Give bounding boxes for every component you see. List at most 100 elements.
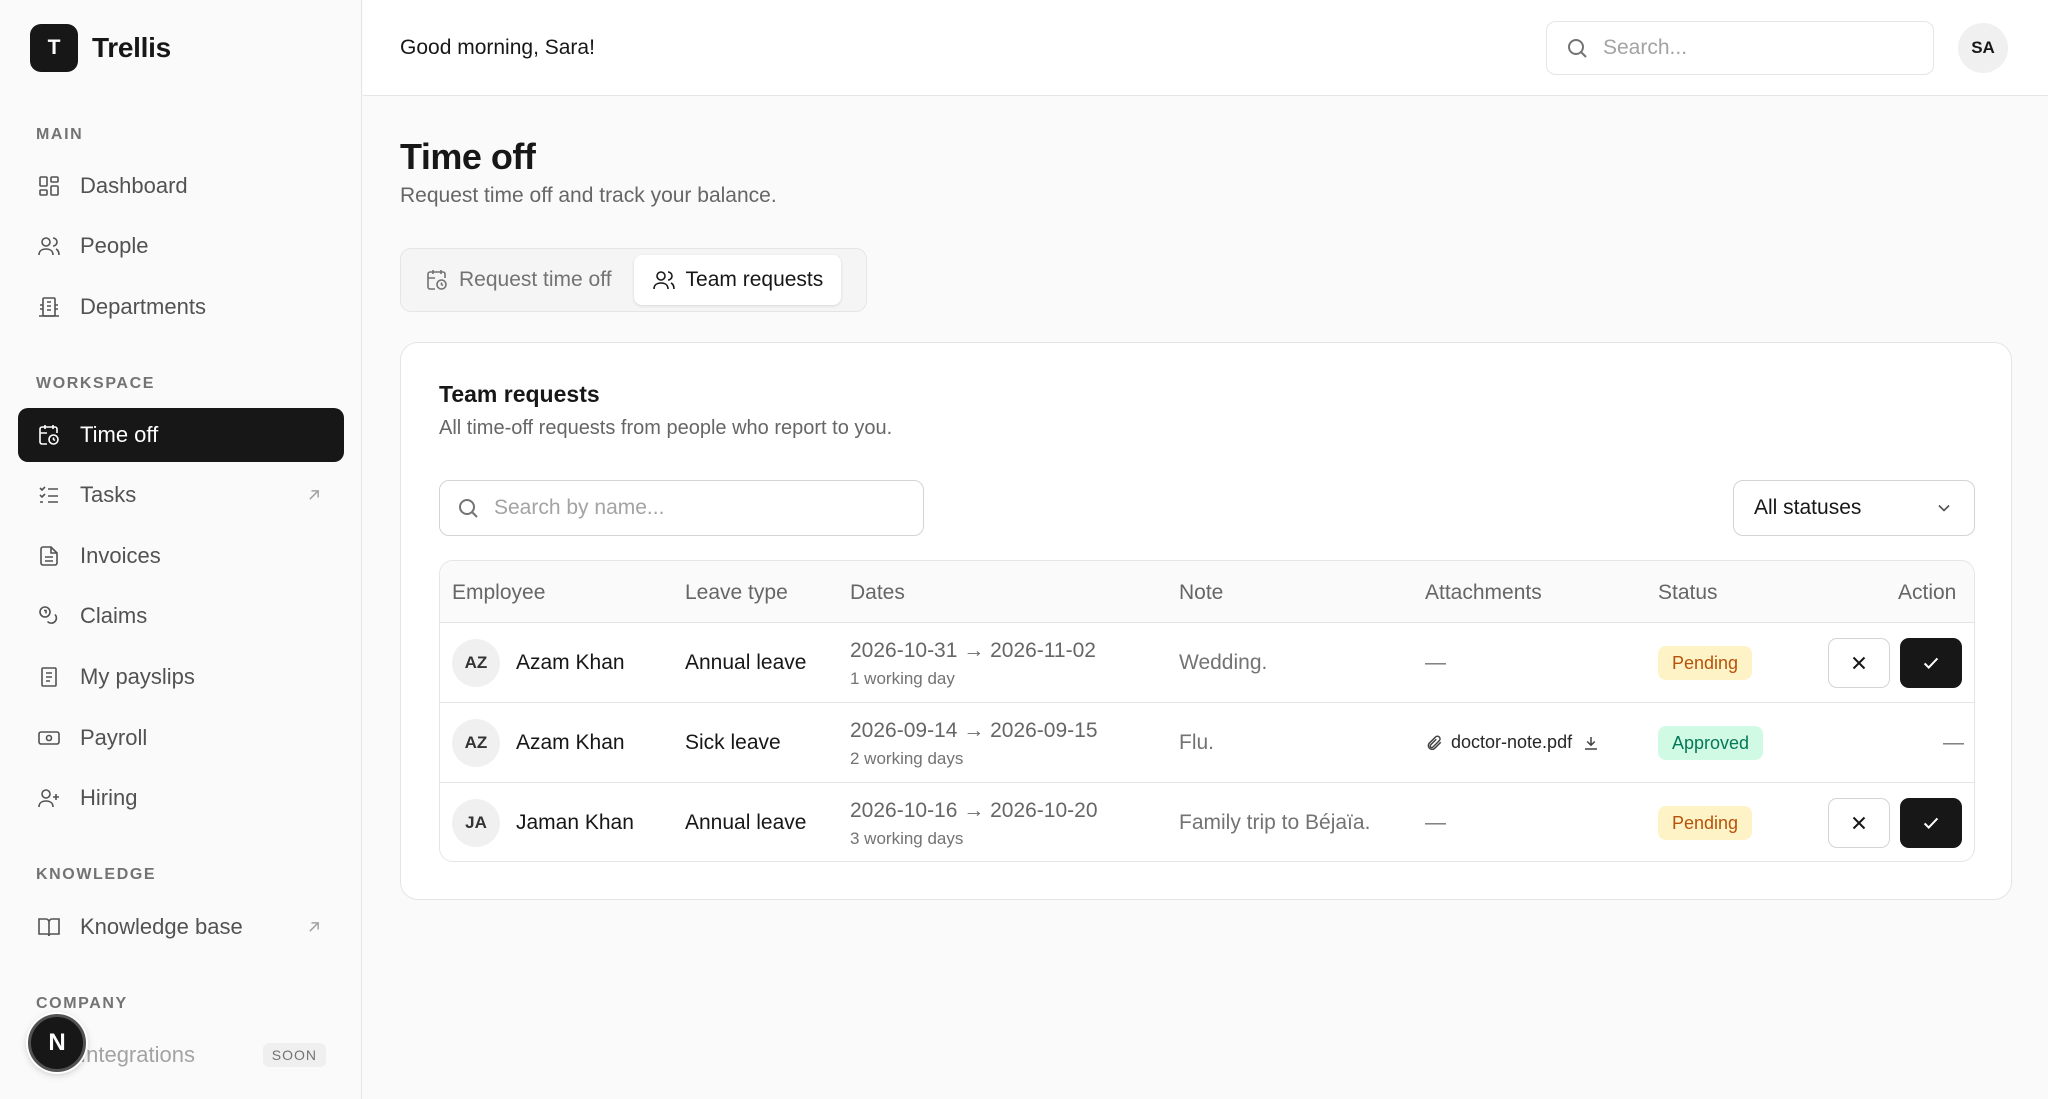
name-search-input[interactable] xyxy=(494,496,923,520)
sidebar-item-label: Claims xyxy=(80,603,148,628)
chevron-down-icon xyxy=(1938,504,1950,512)
date-range: 2026-09-14 → 2026-09-15 xyxy=(850,719,1098,742)
sidebar-item-hiring[interactable]: Hiring xyxy=(18,771,344,825)
paperclip-icon xyxy=(1427,734,1442,750)
sidebar: T Trellis MAIN Dashboard People Departme… xyxy=(0,0,362,1099)
employee-name: Azam Khan xyxy=(516,731,625,754)
sidebar-item-label: Time off xyxy=(80,422,159,447)
checklist-icon xyxy=(36,482,62,508)
tab-label: Team requests xyxy=(685,268,824,291)
leave-type: Annual leave xyxy=(685,651,807,674)
employee-avatar: AZ xyxy=(452,639,500,687)
sidebar-item-my-payslips[interactable]: My payslips xyxy=(18,650,344,704)
status-filter-value: All statuses xyxy=(1754,496,1862,519)
sidebar-item-label: Hiring xyxy=(80,785,138,810)
search-icon xyxy=(459,499,478,518)
close-icon xyxy=(1852,656,1866,670)
user-avatar[interactable]: SA xyxy=(1958,23,2008,73)
page-title: Time off xyxy=(400,136,536,177)
section-label-knowledge: KNOWLEDGE xyxy=(36,866,157,883)
approve-button[interactable] xyxy=(1900,638,1962,688)
working-days: 2 working days xyxy=(850,749,964,768)
working-days: 1 working day xyxy=(850,669,955,688)
sidebar-item-label: Departments xyxy=(80,294,206,319)
sidebar-item-tasks[interactable]: Tasks xyxy=(18,468,344,522)
brand-logo: T xyxy=(30,24,78,72)
greeting: Good morning, Sara! xyxy=(400,36,595,59)
card-subtitle: All time-off requests from people who re… xyxy=(439,417,893,439)
column-header: Note xyxy=(1179,581,1224,604)
attachment-empty: — xyxy=(1425,811,1446,834)
status-badge: Pending xyxy=(1658,646,1753,680)
section-label-workspace: WORKSPACE xyxy=(36,375,155,392)
attachment-filename: doctor-note.pdf xyxy=(1451,732,1573,752)
sidebar-item-departments[interactable]: Departments xyxy=(18,280,344,334)
brand-name: Trellis xyxy=(92,32,171,63)
employee-avatar: JA xyxy=(452,799,500,847)
tab-request-time-off[interactable]: Request time off xyxy=(407,255,630,305)
attachment-link[interactable]: doctor-note.pdf xyxy=(1425,732,1600,753)
table-row: AZ Azam Khan Sick leave 2026-09-14 → 202… xyxy=(440,703,1974,783)
calendar-clock-icon xyxy=(427,270,447,290)
column-header: Action xyxy=(1898,581,1957,604)
sidebar-item-label: People xyxy=(80,233,149,258)
receipt-icon xyxy=(36,664,62,690)
table-header: Employee Leave type Dates Note Attachmen… xyxy=(440,561,1974,623)
date-range: 2026-10-31 → 2026-11-02 xyxy=(850,639,1096,662)
column-header: Status xyxy=(1658,581,1718,604)
coins-icon xyxy=(36,603,62,629)
sidebar-item-invoices[interactable]: Invoices xyxy=(18,529,344,583)
global-search[interactable] xyxy=(1546,21,1934,75)
name-search[interactable] xyxy=(439,480,924,536)
external-link-icon xyxy=(309,490,319,500)
people-icon xyxy=(36,233,62,259)
reject-button[interactable] xyxy=(1828,638,1890,688)
banknote-icon xyxy=(36,725,62,751)
sidebar-item-dashboard[interactable]: Dashboard xyxy=(18,159,344,213)
reject-button[interactable] xyxy=(1828,798,1890,848)
sidebar-item-claims[interactable]: Claims xyxy=(18,589,344,643)
sidebar-item-knowledge-base[interactable]: Knowledge base xyxy=(18,900,344,954)
section-label-main: MAIN xyxy=(36,126,84,143)
sidebar-item-label: Payroll xyxy=(80,725,148,750)
employee-name: Jaman Khan xyxy=(516,811,634,834)
column-header: Attachments xyxy=(1425,581,1542,604)
status-filter-select[interactable]: All statuses xyxy=(1733,480,1975,536)
action-empty: — xyxy=(1943,731,1964,754)
approve-button[interactable] xyxy=(1900,798,1962,848)
external-link-icon xyxy=(309,922,319,932)
table-row: JA Jaman Khan Annual leave 2026-10-16 → … xyxy=(440,783,1974,861)
document-icon xyxy=(36,543,62,569)
close-icon xyxy=(1852,816,1866,830)
user-plus-icon xyxy=(36,785,62,811)
table-row: AZ Azam Khan Annual leave 2026-10-31 → 2… xyxy=(440,623,1974,703)
sidebar-item-label: Tasks xyxy=(80,482,137,507)
sidebar-item-payroll[interactable]: Payroll xyxy=(18,711,344,765)
request-note: Wedding. xyxy=(1179,651,1268,674)
tab-team-requests[interactable]: Team requests xyxy=(633,255,842,305)
tab-label: Request time off xyxy=(459,268,612,291)
tab-list: Request time off Team requests xyxy=(400,248,867,312)
book-icon xyxy=(36,914,62,940)
status-badge: Pending xyxy=(1658,806,1753,840)
global-search-input[interactable] xyxy=(1603,36,1933,60)
page-subtitle: Request time off and track your balance. xyxy=(400,184,777,207)
sidebar-item-time-off[interactable]: Time off xyxy=(18,408,344,462)
dashboard-icon xyxy=(36,173,62,199)
request-note: Flu. xyxy=(1179,731,1215,754)
soon-badge: SOON xyxy=(262,1043,326,1067)
team-requests-card: Team requests All time-off requests from… xyxy=(400,342,2012,900)
dev-tools-badge[interactable]: N xyxy=(28,1014,86,1072)
check-icon xyxy=(1923,817,1939,830)
request-note: Family trip to Béjaïa. xyxy=(1179,811,1371,834)
employee-avatar: AZ xyxy=(452,719,500,767)
date-range: 2026-10-16 → 2026-10-20 xyxy=(850,799,1098,822)
sidebar-item-label: Knowledge base xyxy=(80,914,243,939)
employee-name: Azam Khan xyxy=(516,651,625,674)
section-label-company: COMPANY xyxy=(36,995,128,1012)
sidebar-item-people[interactable]: People xyxy=(18,219,344,273)
brand[interactable]: T Trellis xyxy=(30,24,171,72)
building-icon xyxy=(36,294,62,320)
search-icon xyxy=(1568,39,1587,58)
leave-type: Sick leave xyxy=(685,731,781,754)
